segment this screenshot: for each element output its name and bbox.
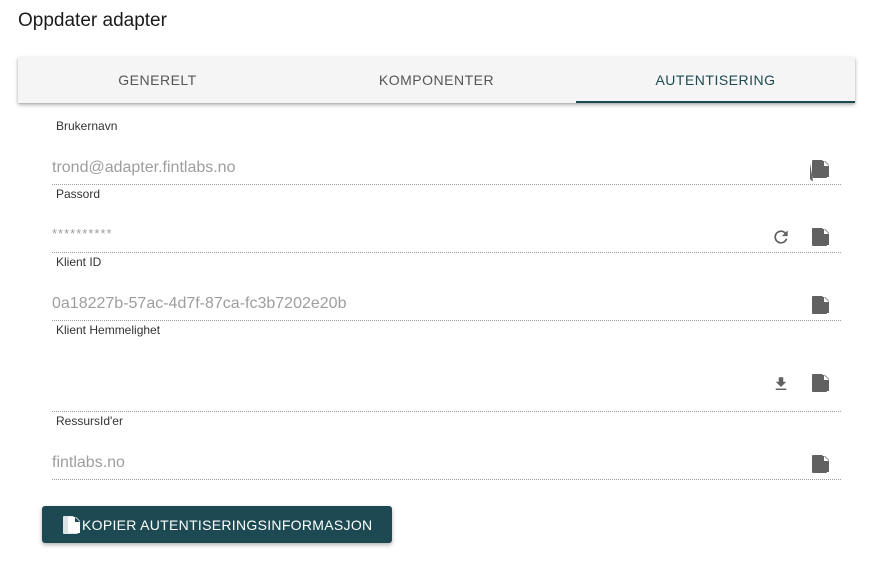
tab-bar: GENERELT KOMPONENTER AUTENTISERING (18, 57, 855, 103)
copy-icon[interactable] (809, 371, 831, 395)
resource-ids-value[interactable]: fintlabs.no (52, 454, 125, 472)
tab-autentisering[interactable]: AUTENTISERING (576, 57, 855, 103)
copy-icon[interactable] (809, 225, 831, 249)
client-id-label: Klient ID (56, 255, 102, 269)
password-field: Passord ********** (52, 186, 841, 253)
refresh-icon[interactable] (770, 225, 792, 249)
client-id-field: Klient ID 0a18227b-57ac-4d7f-87ca-fc3b72… (52, 254, 841, 321)
copy-all-auth-button[interactable]: KOPIER AUTENTISERINGSINFORMASJON (42, 506, 392, 543)
resource-ids-label: RessursId'er (56, 414, 123, 428)
password-value[interactable]: ********** (52, 226, 113, 241)
tab-komponenter[interactable]: KOMPONENTER (297, 57, 576, 103)
client-secret-field: Klient Hemmelighet (52, 322, 841, 412)
username-label: Brukernavn (56, 119, 118, 133)
download-icon[interactable] (770, 372, 792, 396)
page-title: Oppdater adapter (18, 10, 167, 31)
client-secret-label: Klient Hemmelighet (56, 323, 161, 337)
username-field: Brukernavn trond@adapter.fintlabs.no (52, 118, 841, 185)
resource-ids-field: RessursId'er fintlabs.no (52, 413, 841, 480)
username-value[interactable]: trond@adapter.fintlabs.no (52, 159, 235, 177)
password-label: Passord (56, 187, 101, 201)
copy-all-auth-label: KOPIER AUTENTISERINGSINFORMASJON (82, 516, 373, 533)
tab-generelt[interactable]: GENERELT (18, 57, 297, 103)
copy-icon (60, 513, 82, 537)
copy-icon[interactable] (809, 157, 831, 181)
copy-icon[interactable] (809, 452, 831, 476)
client-id-value[interactable]: 0a18227b-57ac-4d7f-87ca-fc3b7202e20b (52, 295, 346, 313)
copy-icon[interactable] (809, 293, 831, 317)
